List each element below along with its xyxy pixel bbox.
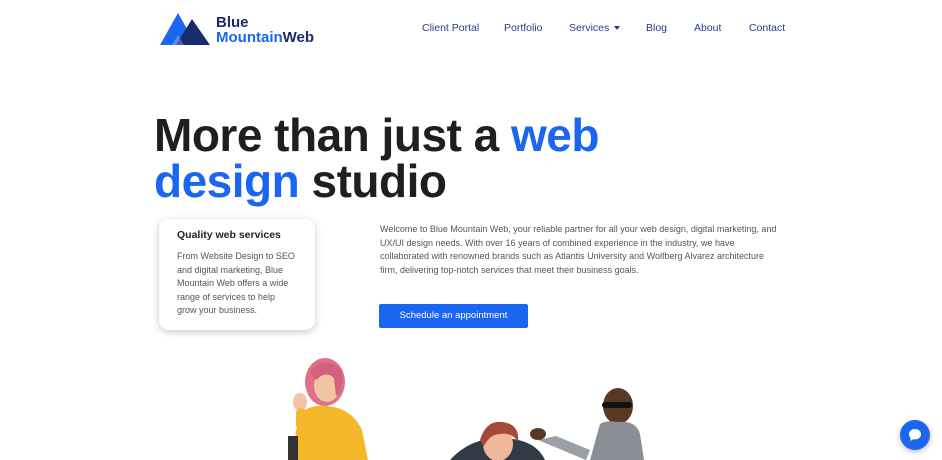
brand-line-1: Blue [216,14,249,31]
nav-contact[interactable]: Contact [749,22,785,34]
chat-launcher-button[interactable] [900,420,930,450]
brand-line-2-part-1: Mountain [216,29,283,46]
mountain-logo-icon [160,13,210,45]
hero-title-highlight-2: design [154,155,300,207]
nav-portfolio[interactable]: Portfolio [504,22,543,34]
nav-services-label: Services [569,22,610,34]
hero-title-highlight-1: web [510,109,599,161]
brand-logo[interactable]: Blue MountainWeb [158,9,318,49]
nav-client-portal[interactable]: Client Portal [422,22,479,34]
nav-services[interactable]: Services [569,22,621,34]
schedule-appointment-button[interactable]: Schedule an appointment [379,304,528,328]
site-header: Blue MountainWeb Client Portal Portfolio… [0,0,942,56]
nav-about[interactable]: About [694,22,721,34]
card-body: From Website Design to SEO and digital m… [177,251,295,315]
brand-line-2-part-2: Web [282,29,315,46]
chevron-down-icon [614,26,621,31]
hero-title-line-1: More than just a web [154,112,599,158]
hero-title-part-2: studio [299,155,448,207]
brand-line-2: MountainWeb [216,30,314,45]
intro-paragraph: Welcome to Blue Mountain Web, your relia… [380,224,777,275]
card-title: Quality web services [177,229,281,241]
nav-blog[interactable]: Blog [646,22,667,34]
hero-title: More than just a web design studio [154,112,599,204]
hero-title-part-1: More than just a [154,109,511,161]
team-illustration [288,358,644,460]
chat-bubble-icon [909,429,921,441]
hero-title-line-2: design studio [154,158,599,204]
quality-services-card: Quality web services From Website Design… [159,219,315,330]
brand-name: Blue MountainWeb [216,15,314,45]
